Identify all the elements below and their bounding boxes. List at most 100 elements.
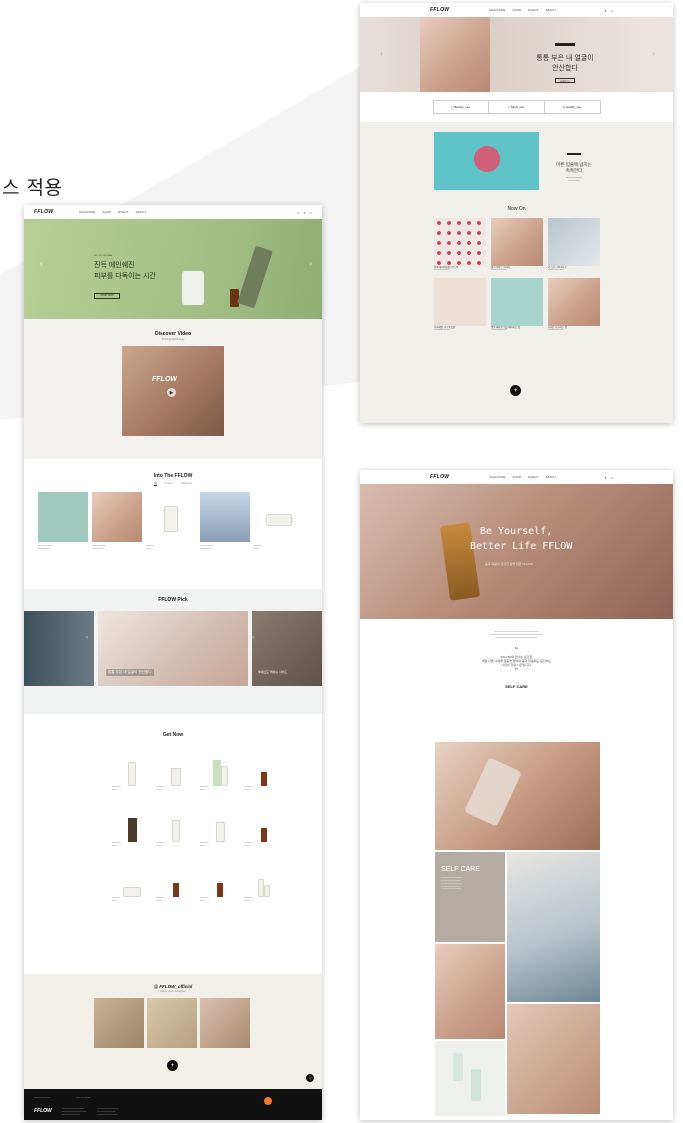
- nowon-section: Now On 반짝 에이치빙빙, 입스색 ━━━━━━━━━━━━ 결기 디탁스 …: [360, 202, 673, 417]
- pick-prev-icon[interactable]: ‹: [86, 635, 88, 641]
- hero-next-icon[interactable]: ›: [309, 259, 312, 268]
- nowon-card[interactable]: 가스만 ~ 24-7만힘 ━━━━━━━━━━━━: [548, 218, 600, 272]
- feature-image[interactable]: [434, 132, 539, 190]
- tab-mind[interactable]: ◇ Mind_you: [488, 100, 545, 114]
- about-hero-line1: Be Yourself,: [480, 526, 553, 537]
- pick-slide-right[interactable]: 부쉐으도 케이는 사이드: [252, 611, 322, 686]
- nav-item-event-3[interactable]: EVENT: [528, 475, 538, 479]
- about-hero-line2: Better Life FFLOW: [470, 541, 573, 552]
- nowon-more-button[interactable]: +: [510, 385, 521, 396]
- cart-icon-3[interactable]: ⌂: [611, 475, 613, 480]
- top-button[interactable]: ↑: [306, 1074, 314, 1082]
- nav-item-shop[interactable]: SHOP: [103, 210, 112, 214]
- showcase-page: 스 적용 FFLOW MAGAZINE SHOP EVENT ABOUT ○ ⌕…: [0, 0, 683, 1123]
- into-card[interactable]: [38, 492, 88, 542]
- selfcare-products-image[interactable]: [435, 1041, 505, 1116]
- video-title: Discover Video: [154, 331, 192, 337]
- nav-item-magazine-2[interactable]: MAGAZINE: [489, 8, 505, 12]
- feature-block: 마른 입술에 넘치는 촉촉한다 ━━━━━━━━━━━━ ━━━━━━━━━: [360, 122, 673, 202]
- top-nav: FFLOW MAGAZINE SHOP EVENT ABOUT ○ ⌕ ⌂: [24, 205, 322, 219]
- selfcare-face-image[interactable]: [435, 944, 505, 1039]
- product-card[interactable]: ━━━━━━ ━━━━ ◌ ♡: [156, 805, 196, 848]
- product-card[interactable]: ━━━━━━ ━━━━ ◌ ♡: [244, 750, 284, 792]
- product-card[interactable]: ━━━━━━ ━━━━ ◌ ♡: [112, 861, 152, 903]
- product-card[interactable]: ━━━━━━ ━━━━ ◌ ♡: [200, 805, 240, 848]
- quote-open-icon: “: [515, 645, 518, 655]
- nav-item-shop-3[interactable]: SHOP: [513, 475, 522, 479]
- nowon-title: Now On: [507, 206, 526, 212]
- product-card[interactable]: ━━━━━━ ━━━━ ◌ ♡: [156, 750, 196, 792]
- hero-banner: FFLOW ORIGINAL 진득 에인쉐진 피부를 다독이는 시간 SHOP …: [24, 219, 322, 319]
- pick-slide-left[interactable]: [24, 611, 94, 686]
- insta-photo[interactable]: [94, 998, 144, 1048]
- magazine-tabs: ▢ Beauty_seo ◇ Mind_you ◎ Health_you: [360, 92, 673, 122]
- nav-item-about-2[interactable]: ABOUT: [546, 8, 557, 12]
- insta-photo[interactable]: [147, 998, 197, 1048]
- product-card[interactable]: ━━━━━━ ━━━━ ◌ ♡: [156, 861, 196, 903]
- pick-next-icon[interactable]: ›: [252, 635, 254, 641]
- pick-slide-center[interactable]: 통통 부은 내 얼굴이 안산합다: [98, 611, 248, 686]
- intro-text: ━━━━━━━━━━━━━━━━━━━━━━━━━━━━━━━━━ ━━━━━━━…: [360, 619, 673, 734]
- into-card[interactable]: [92, 492, 142, 542]
- getnow-section: Get Now ━━━━━━ ━━━━ ◌ ♡ ━━━━━━ ━━━━ ◌ ♡ ━━…: [24, 714, 322, 974]
- search-icon-3[interactable]: ⌕: [604, 475, 606, 480]
- product-card[interactable]: ━━━━━━ ━━━━ ◌ ♡: [244, 805, 284, 848]
- tab-beauty[interactable]: ▢ Beauty_seo: [432, 100, 489, 114]
- nav-logo[interactable]: FFLOW: [34, 209, 53, 215]
- product-card[interactable]: ━━━━━━ ━━━━ ◌ ♡: [112, 805, 152, 848]
- nav-item-event[interactable]: EVENT: [118, 210, 128, 214]
- tab-all[interactable]: All: [153, 482, 157, 486]
- video-subtitle: Refining Self Beauty: [161, 338, 185, 341]
- cart-icon-2[interactable]: ⌂: [611, 8, 613, 13]
- into-card[interactable]: [200, 492, 250, 542]
- hero-prev-icon[interactable]: ‹: [40, 259, 43, 268]
- selfcare-drink-image[interactable]: [507, 1004, 600, 1114]
- magazine-next-icon[interactable]: ›: [652, 49, 655, 58]
- selfcare-bathroom-image[interactable]: [507, 852, 600, 1002]
- video-player[interactable]: FFLOW ▶: [122, 346, 224, 436]
- product-card[interactable]: ━━━━━━ ━━━━ ◌ ♡: [200, 750, 240, 792]
- nowon-card[interactable]: 반짝 에이치빙빙, 입스색 ━━━━━━━━━━━━: [434, 218, 486, 272]
- selfcare-text-block: SELF CARE ━━━━━━━━━━━━━━━━ ━━━━━━━━━━━━━━…: [435, 852, 505, 942]
- more-button[interactable]: +: [167, 1060, 178, 1071]
- product-card[interactable]: ━━━━━━ ━━━━ ◌ ♡: [244, 861, 284, 903]
- magazine-hero-button[interactable]: 자세히보기: [555, 78, 575, 83]
- selfcare-title: SELF CARE: [505, 683, 528, 689]
- into-card[interactable]: [146, 492, 196, 542]
- nowon-card[interactable]: 다하에면 코더 통질품 ━━━━━━━━━━━━: [434, 277, 486, 332]
- insta-section: @ FFLOW_official Follow us on Instagram …: [24, 974, 322, 1089]
- tab-product[interactable]: Product: [165, 482, 174, 486]
- insta-photo[interactable]: [200, 998, 250, 1048]
- nav-item-shop-2[interactable]: SHOP: [513, 8, 522, 12]
- video-logo: FFLOW: [152, 376, 177, 383]
- cart-icon[interactable]: ⌂: [310, 210, 312, 215]
- product-card[interactable]: ━━━━━━ ━━━━ ◌ ♡: [112, 750, 152, 792]
- tab-magazine[interactable]: Magazine: [181, 482, 192, 486]
- getnow-title: Get Now: [162, 732, 184, 738]
- hero-button[interactable]: SHOP NOW: [94, 292, 120, 299]
- nav-logo-3[interactable]: FFLOW: [430, 474, 449, 480]
- nav-item-event-2[interactable]: EVENT: [528, 8, 538, 12]
- nowon-card[interactable]: 결기 디탁스 마사지 ━━━━━━━━━━━━: [491, 218, 543, 272]
- serum-bottle: [182, 271, 204, 305]
- magazine-prev-icon[interactable]: ‹: [380, 49, 383, 58]
- selfcare-main-image[interactable]: [435, 742, 600, 850]
- search-icon[interactable]: ⌕: [303, 210, 305, 215]
- nav-logo-2[interactable]: FFLOW: [430, 7, 449, 13]
- nav-item-about-3[interactable]: ABOUT: [546, 475, 557, 479]
- search-icon-2[interactable]: ⌕: [604, 8, 606, 13]
- nav-item-magazine-3[interactable]: MAGAZINE: [489, 475, 505, 479]
- nowon-card[interactable]: 평량 해나운 염을 헤아리는 법 ━━━━━━━━━━━━: [491, 277, 543, 332]
- footer-logo: FFLOW: [34, 1107, 52, 1114]
- product-card[interactable]: ━━━━━━ ━━━━ ◌ ♡: [200, 861, 240, 903]
- top-nav-2: FFLOW MAGAZINE SHOP EVENT ABOUT ⌕ ⌂: [360, 3, 673, 17]
- chat-icon[interactable]: [264, 1097, 272, 1105]
- nav-item-magazine[interactable]: MAGAZINE: [79, 210, 95, 214]
- nowon-card[interactable]: 라레즈 다소마는 법 ━━━━━━━━━━━━: [548, 277, 600, 332]
- nav-item-about[interactable]: ABOUT: [136, 210, 147, 214]
- user-icon[interactable]: ○: [297, 210, 299, 215]
- pick-caption: 통통 부은 내 얼굴이 안산합다: [106, 669, 154, 676]
- into-card[interactable]: [254, 492, 304, 542]
- play-icon[interactable]: ▶: [167, 388, 176, 397]
- tab-health[interactable]: ◎ Health_you: [544, 100, 601, 114]
